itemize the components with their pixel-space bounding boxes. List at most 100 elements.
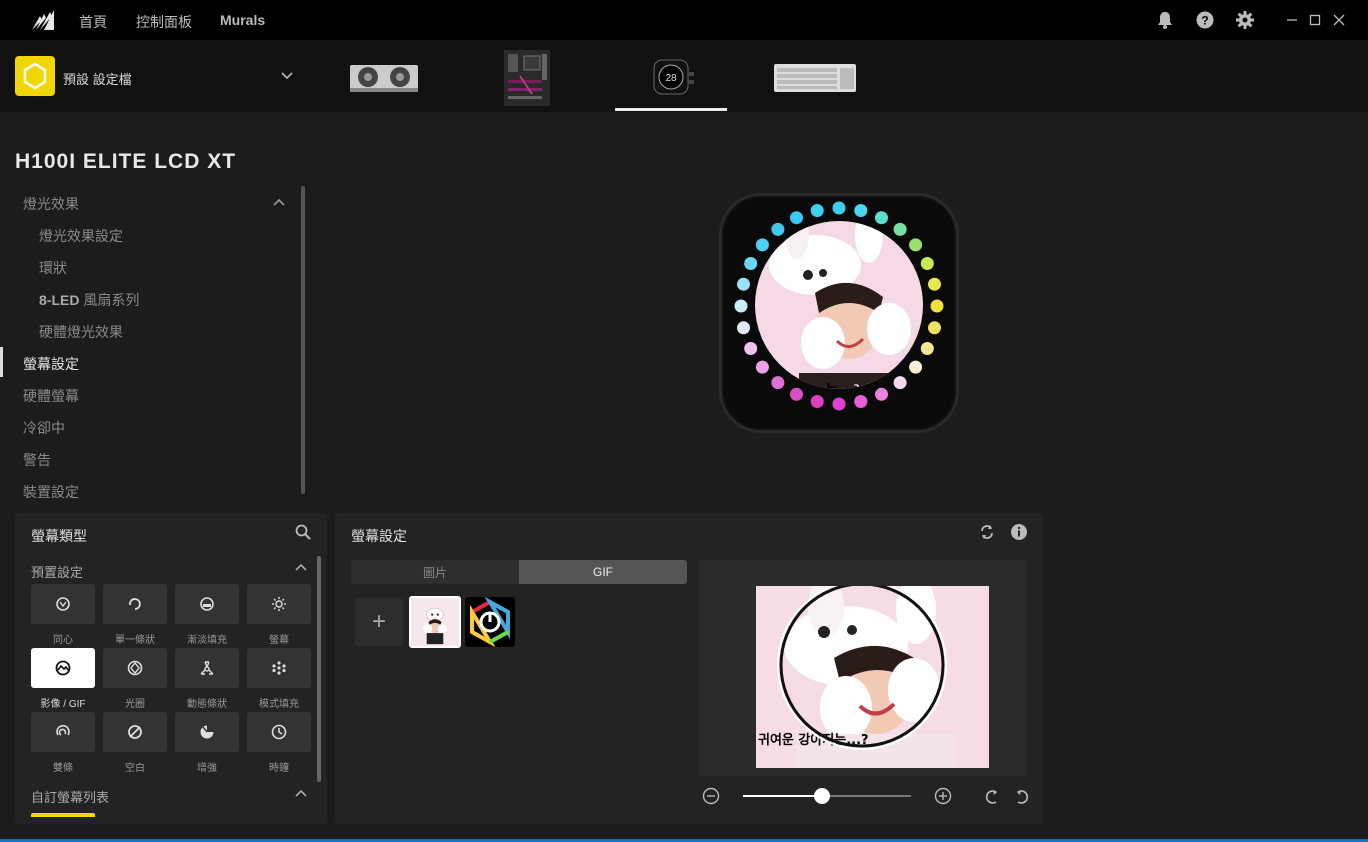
led-dot [790,387,803,401]
menu-lighting-setup[interactable]: 燈光效果設定 [39,226,123,246]
dynamic-bar-icon [200,661,214,675]
dual-bar-icon [56,724,70,736]
refresh-icon[interactable] [978,523,996,541]
minimize-icon[interactable] [1284,12,1300,28]
menu-hw-screen[interactable]: 硬體螢幕 [23,386,79,406]
profile-name[interactable]: 預設 設定檔 [63,69,132,88]
bell-icon[interactable] [1155,10,1175,30]
rotate-left-icon[interactable] [984,788,1002,806]
chevron-up-icon[interactable] [294,560,308,574]
chevron-up-icon[interactable] [294,786,308,800]
screen-type-label: 單一條狀 [115,635,155,646]
led-dot [893,222,907,236]
clock-icon [271,724,287,740]
led-dot [755,238,769,252]
menu-cooling[interactable]: 冷卻中 [23,418,65,438]
blank-icon [128,725,142,739]
close-icon[interactable] [1331,12,1347,28]
device-motherboard[interactable] [502,50,552,106]
screen-type-tile[interactable] [247,648,311,688]
aperture-icon [127,660,143,676]
screen-type-label: 模式填充 [259,699,299,710]
device-title: H100I ELITE LCD XT [15,150,237,173]
screen-type-label: 漸淡填充 [187,635,227,646]
title-bar: 首頁 控制面板 Murals ? [0,0,1368,40]
screen-type-tile[interactable] [247,712,311,752]
chevron-up-icon[interactable] [272,195,286,209]
screen-type-tile[interactable] [103,648,167,688]
menu-fan-series-prefix: 8-LED [39,292,80,308]
screen-type-label: 影像 / GIF [40,699,86,710]
led-dot [755,360,769,374]
screen-type-tile[interactable] [31,712,95,752]
nav-murals[interactable]: Murals [220,12,265,28]
led-dot [920,342,934,355]
screen-type-tile[interactable] [103,712,167,752]
menu-active-indicator [0,347,3,377]
selected-device-indicator [615,108,727,111]
led-dot [928,277,941,291]
boost-icon [200,725,214,739]
rotate-right-icon[interactable] [1012,788,1030,806]
search-icon[interactable] [294,523,312,541]
screen-type-tile[interactable] [103,584,167,624]
menu-lighting[interactable]: 燈光效果 [23,194,79,214]
nav-home[interactable]: 首頁 [79,12,107,32]
led-dot [744,257,758,270]
info-icon[interactable] [1010,523,1028,541]
media-thumbnail-selected[interactable] [409,596,461,648]
led-dot [832,397,846,411]
custom-screen-item[interactable] [31,813,95,817]
tab-gif[interactable]: GIF [519,560,687,584]
nav-dashboard[interactable]: 控制面板 [136,12,192,32]
add-media-button[interactable]: + [355,598,403,646]
menu-scrollbar[interactable] [301,186,305,494]
maximize-icon[interactable] [1307,12,1323,28]
zoom-slider-handle[interactable] [813,788,830,804]
led-dot [930,299,944,313]
led-dot [734,299,748,313]
menu-alerts[interactable]: 警告 [23,450,51,470]
gear-icon[interactable] [1235,10,1255,30]
help-icon[interactable]: ? [1195,10,1215,30]
led-dot [810,204,824,217]
hexagon-icon [23,62,47,90]
screen-type-tile[interactable] [175,584,239,624]
concentric-icon [56,597,70,611]
profile-icon[interactable] [15,56,55,96]
image-gif-icon [55,660,71,676]
media-thumbnail-icue[interactable] [465,597,515,647]
chevron-down-icon[interactable] [280,69,294,83]
screen-type-label: 同心 [53,635,73,646]
lcd-preview: 는...? [734,201,944,411]
svg-text:?: ? [1201,14,1208,28]
menu-screen-setup[interactable]: 螢幕設定 [23,354,79,374]
screen-type-tile[interactable] [175,648,239,688]
device-keyboard[interactable] [772,50,858,106]
menu-fan-series[interactable]: 8-LED 風扇系列 [39,290,139,310]
zoom-out-icon[interactable] [702,787,720,805]
tab-image[interactable]: 圖片 [351,560,519,584]
menu-hw-lighting[interactable]: 硬體燈光效果 [39,322,123,342]
screen-type-label: 空白 [125,763,145,774]
screen-type-scrollbar[interactable] [317,556,321,782]
crop-image[interactable]: 귀여운 강아지는...? [756,586,989,768]
led-dot [771,376,785,390]
custom-list-label: 自訂螢幕列表 [31,790,110,805]
screen-type-tile[interactable] [247,584,311,624]
screen-type-tile[interactable] [31,584,95,624]
screen-type-tile[interactable] [175,712,239,752]
led-dot [744,342,758,355]
led-dot [854,204,868,217]
device-gpu[interactable] [348,50,420,106]
screen-type-tile[interactable] [31,648,95,688]
fade-fill-icon [200,597,214,611]
zoom-in-icon[interactable] [934,787,952,805]
device-aio-cooler[interactable]: 28 [650,50,696,106]
menu-ring[interactable]: 環狀 [39,258,67,278]
menu-device-settings[interactable]: 裝置設定 [23,482,79,502]
corsair-logo-icon [32,10,54,30]
led-dot [737,277,750,291]
lcd-caption: 는...? [826,383,860,398]
led-dot [832,201,846,215]
